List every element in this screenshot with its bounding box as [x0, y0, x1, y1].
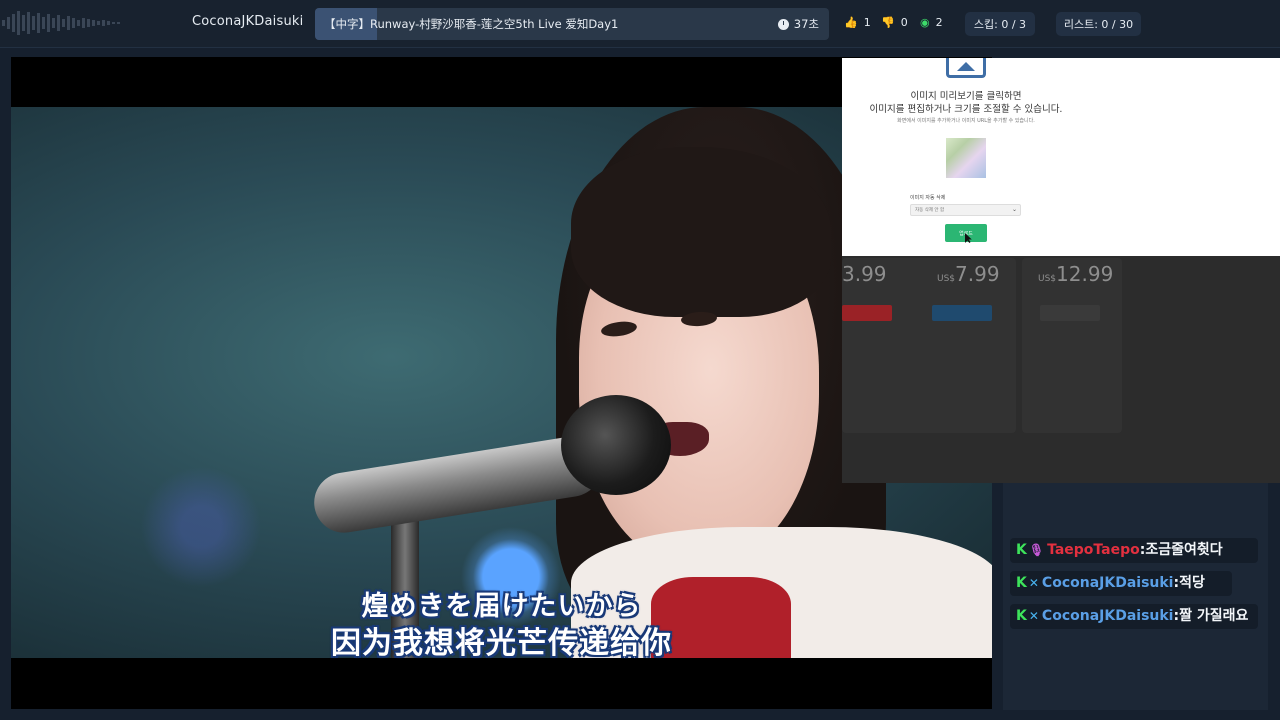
- image-icon: [946, 58, 986, 78]
- chat-message: K ✕ CoconaJKDaisuki:적당: [1010, 571, 1232, 596]
- chat-panel: [1003, 483, 1268, 710]
- current-dj-username[interactable]: CoconaJKDaisuki: [192, 14, 303, 29]
- pricing-button-1[interactable]: [842, 305, 892, 321]
- eye-icon: ◉: [920, 16, 930, 29]
- time-remaining-label: 37초: [793, 17, 819, 31]
- chevron-down-icon: ⌄: [1011, 206, 1017, 213]
- sword-icon: ✕: [1028, 609, 1039, 623]
- pricing-button-3[interactable]: [1040, 305, 1100, 321]
- skip-button[interactable]: 스킵: 0 / 3: [965, 12, 1035, 36]
- chat-nickname[interactable]: CoconaJKDaisuki: [1042, 575, 1174, 591]
- time-remaining: 37초: [777, 16, 819, 32]
- dialog-instruction-1: 이미지 미리보기를 클릭하면: [910, 91, 1022, 102]
- kakao-badge-icon: K: [1016, 575, 1027, 591]
- clock-icon: [777, 18, 789, 30]
- performer-bangs: [571, 147, 831, 317]
- chat-text: :적당: [1173, 575, 1205, 591]
- playlist-button[interactable]: 리스트: 0 / 30: [1056, 12, 1141, 36]
- price-3: US$12.99: [1038, 262, 1114, 286]
- auto-delete-select[interactable]: 자동 삭제 안 함 ⌄: [910, 204, 1021, 216]
- pricing-button-2[interactable]: [932, 305, 992, 321]
- sound-wave-icon: [2, 11, 120, 35]
- chat-text: :짤 가질래요: [1173, 608, 1249, 624]
- microphone-head: [561, 395, 671, 495]
- chat-text: :조금줄여췻다: [1139, 542, 1223, 558]
- playlist-count-label: 리스트: 0 / 30: [1063, 18, 1134, 31]
- now-playing-bar[interactable]: 【中字】Runway-村野沙耶香-莲之空5th Live 爱知Day1 37초: [315, 8, 829, 40]
- microphone-icon: 🎙: [1028, 543, 1045, 557]
- top-bar: CoconaJKDaisuki 【中字】Runway-村野沙耶香-莲之空5th …: [0, 0, 1280, 48]
- chat-nickname[interactable]: TaepoTaepo: [1047, 542, 1140, 558]
- viewer-count-label: 2: [935, 16, 943, 29]
- viewer-count[interactable]: ◉ 2: [920, 16, 943, 29]
- dialog-hint: 화면에서 이미지를 추가하거나 이미지 URL을 추가할 수 있습니다.: [897, 118, 1035, 124]
- like-count: 1: [863, 16, 871, 29]
- thumbs-down-icon: 👎: [881, 16, 895, 29]
- chat-nickname[interactable]: CoconaJKDaisuki: [1042, 608, 1174, 624]
- like-button[interactable]: 👍 1: [844, 16, 871, 29]
- image-thumbnail[interactable]: [946, 138, 986, 178]
- image-upload-dialog: 이미지 미리보기를 클릭하면 이미지를 편집하거나 크기를 조절할 수 있습니다…: [842, 58, 1280, 256]
- auto-delete-label: 이미지 자동 삭제: [910, 195, 946, 201]
- skip-count-label: 스킵: 0 / 3: [973, 18, 1027, 31]
- subtitle-chinese: 因为我想将光芒传递给你: [331, 626, 672, 661]
- dislike-button[interactable]: 👎 0: [881, 16, 908, 29]
- thumbs-up-icon: 👍: [844, 16, 858, 29]
- kakao-badge-icon: K: [1016, 608, 1027, 624]
- kakao-badge-icon: K: [1016, 542, 1027, 558]
- chat-message: K ✕ CoconaJKDaisuki:짤 가질래요: [1010, 604, 1258, 629]
- chat-message: K 🎙 TaepoTaepo:조금줄여췻다: [1010, 538, 1258, 563]
- now-playing-title: 【中字】Runway-村野沙耶香-莲之空5th Live 爱知Day1: [324, 17, 619, 31]
- auto-delete-value: 자동 삭제 안 함: [915, 208, 945, 213]
- sword-icon: ✕: [1028, 576, 1039, 590]
- dislike-count: 0: [900, 16, 908, 29]
- price-2: US$7.99: [937, 262, 1000, 286]
- dialog-instruction-2: 이미지를 편집하거나 크기를 조절할 수 있습니다.: [869, 104, 1063, 115]
- price-1: 3.99: [842, 262, 887, 286]
